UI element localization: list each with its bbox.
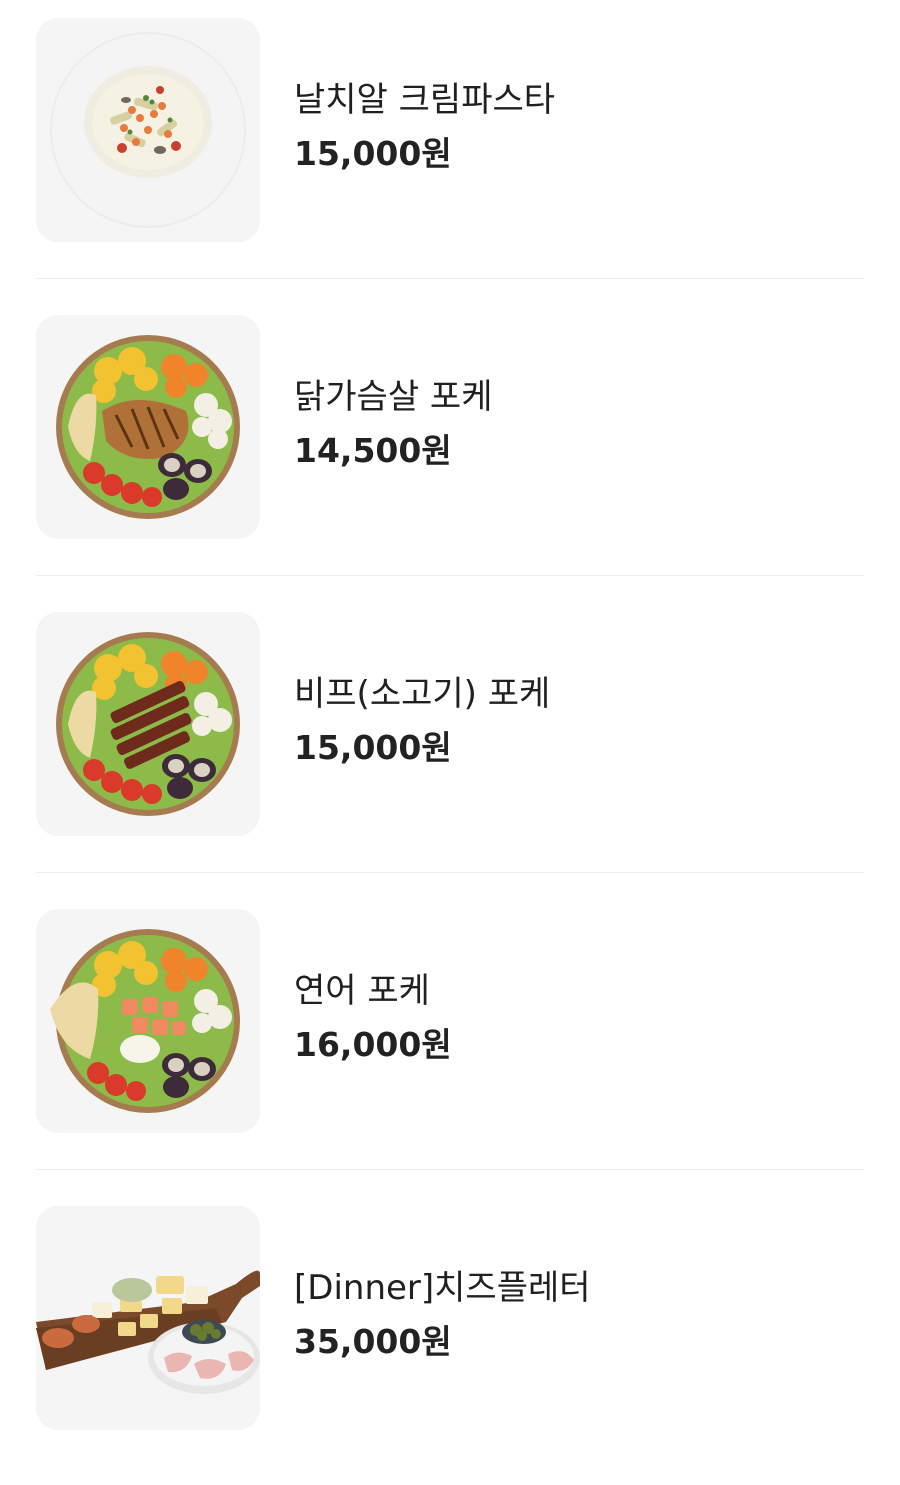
- menu-item-info: 연어 포케 16,000원: [294, 969, 854, 1065]
- menu-item-price: 15,000원: [294, 134, 452, 173]
- menu-item-chicken-poke[interactable]: 닭가슴살 포케 14,500원: [0, 297, 900, 594]
- menu-item-info: 날치알 크림파스타 15,000원: [294, 78, 854, 174]
- salmon-poke-bowl-image: [36, 909, 260, 1133]
- menu-item-name: 날치알 크림파스타: [294, 80, 556, 120]
- menu-item-beef-poke[interactable]: 비프(소고기) 포케 15,000원: [0, 594, 900, 891]
- menu-item-name: [Dinner]치즈플레터: [294, 1268, 591, 1308]
- menu-item-info: 비프(소고기) 포케 15,000원: [294, 672, 854, 768]
- menu-item-price: 16,000원: [294, 1025, 452, 1064]
- divider: [36, 278, 864, 279]
- menu-item-price: 15,000원: [294, 728, 452, 767]
- divider: [36, 872, 864, 873]
- beef-poke-bowl-image: [36, 612, 260, 836]
- menu-item-price: 35,000원: [294, 1322, 452, 1361]
- divider: [36, 1169, 864, 1170]
- menu-item-price: 14,500원: [294, 431, 452, 470]
- menu-item-name: 비프(소고기) 포케: [294, 674, 551, 714]
- menu-item-cheese-platter[interactable]: [Dinner]치즈플레터 35,000원: [0, 1188, 900, 1485]
- menu-item-info: [Dinner]치즈플레터 35,000원: [294, 1266, 854, 1362]
- menu-item-name: 닭가슴살 포케: [294, 377, 493, 417]
- chicken-poke-bowl-image: [36, 315, 260, 539]
- cream-pasta-image: [36, 18, 260, 242]
- menu-item-cream-pasta[interactable]: 날치알 크림파스타 15,000원: [0, 0, 900, 297]
- menu-item-info: 닭가슴살 포케 14,500원: [294, 375, 854, 471]
- divider: [36, 575, 864, 576]
- cheese-platter-image: [36, 1206, 260, 1430]
- menu-item-name: 연어 포케: [294, 971, 430, 1011]
- menu-item-salmon-poke[interactable]: 연어 포케 16,000원: [0, 891, 900, 1188]
- menu-list: 날치알 크림파스타 15,000원 닭가슴살 포케 14,500원 비프(소고기…: [0, 0, 900, 1485]
